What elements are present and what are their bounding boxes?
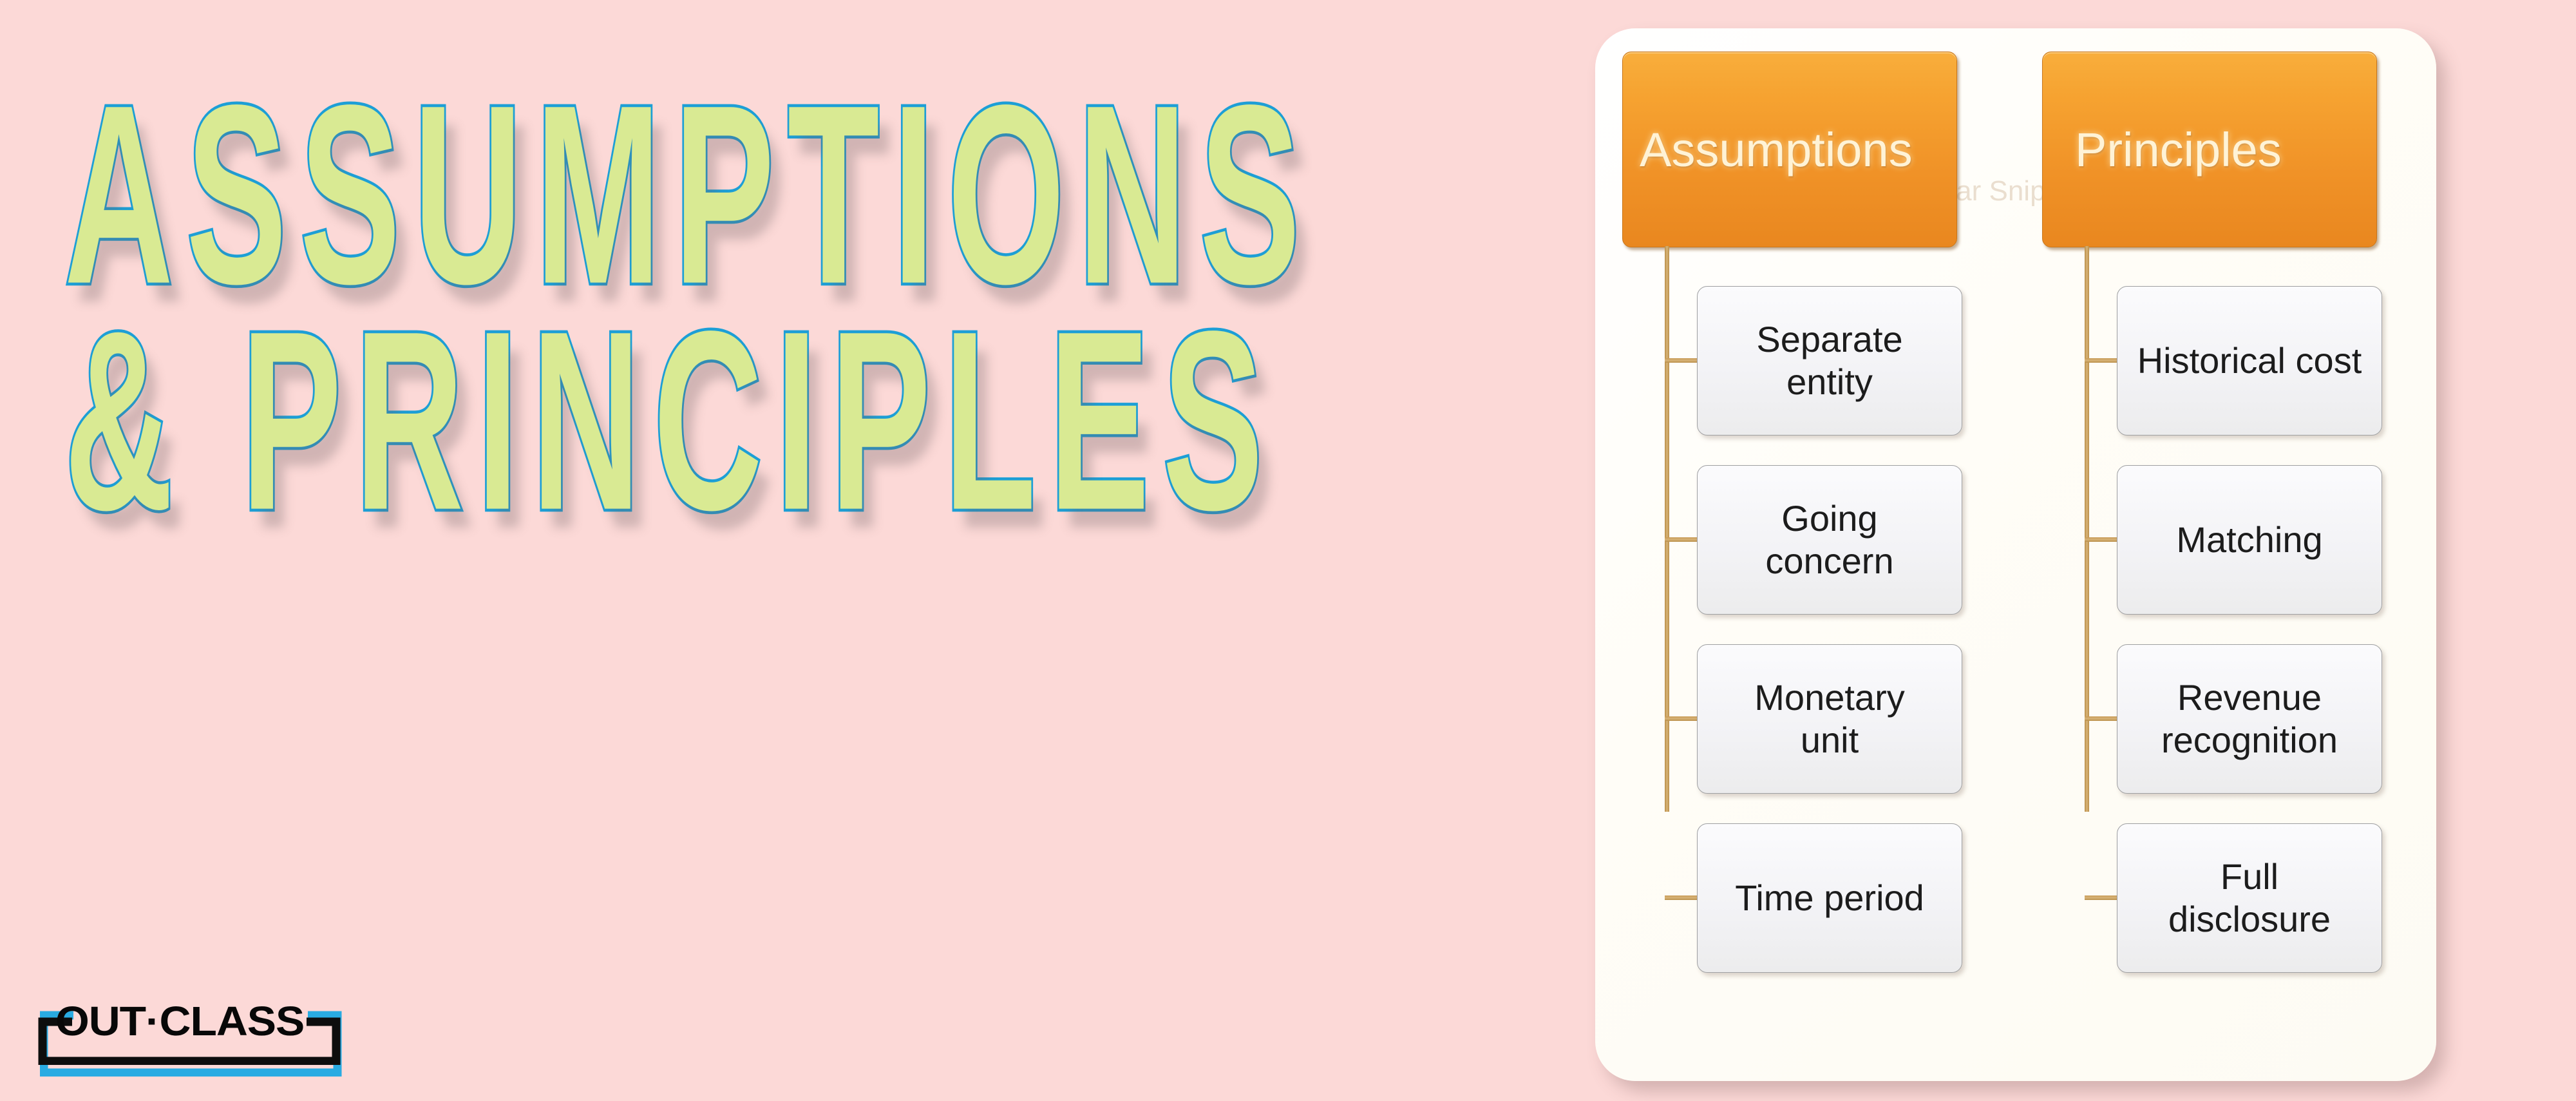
page-title: ASSUMPTIONS & PRINCIPLES (62, 64, 1520, 551)
connector-stub-assumptions-1 (1665, 358, 1698, 363)
item-box-separate-entity[interactable]: Separate entity (1697, 286, 1962, 436)
item-box-time-period[interactable]: Time period (1697, 823, 1962, 973)
brand-logo[interactable]: OUT·CLASS (19, 997, 354, 1078)
item-box-going-concern[interactable]: Going concern (1697, 465, 1962, 615)
item-box-matching[interactable]: Matching (2117, 465, 2382, 615)
slide-canvas: ASSUMPTIONS & PRINCIPLES OUT·CLASS Recta… (0, 0, 2576, 1101)
header-label-principles: Principles (2075, 122, 2282, 177)
item-label: Matching (2176, 519, 2323, 560)
item-label: Time period (1735, 877, 1924, 918)
connector-stub-principles-4 (2085, 895, 2118, 900)
diagram-card: Rectangular Snip Assumptions Principles (1595, 28, 2436, 1081)
item-label: Revenue recognition (2161, 676, 2338, 760)
connector-stub-assumptions-3 (1665, 716, 1698, 721)
page-title-line-2: & PRINCIPLES (62, 277, 1276, 564)
item-label: Going concern (1765, 497, 1894, 581)
connector-stub-assumptions-4 (1665, 895, 1698, 900)
item-box-monetary-unit[interactable]: Monetary unit (1697, 644, 1962, 794)
item-label: Historical cost (2137, 340, 2362, 381)
item-box-revenue-recognition[interactable]: Revenue recognition (2117, 644, 2382, 794)
item-label: Separate entity (1756, 318, 1903, 402)
item-label: Monetary unit (1754, 676, 1905, 760)
item-box-full-disclosure[interactable]: Full disclosure (2117, 823, 2382, 973)
logo-wordmark: OUT·CLASS (55, 998, 305, 1044)
connector-stub-assumptions-2 (1665, 537, 1698, 542)
connector-stub-principles-3 (2085, 716, 2118, 721)
connector-stub-principles-1 (2085, 358, 2118, 363)
connector-stub-principles-2 (2085, 537, 2118, 542)
item-box-historical-cost[interactable]: Historical cost (2117, 286, 2382, 436)
diagram-canvas: Rectangular Snip Assumptions Principles (1595, 28, 2436, 1081)
item-label: Full disclosure (2168, 856, 2331, 939)
connector-trunk-principles (2085, 246, 2089, 812)
header-box-principles[interactable]: Principles (2042, 52, 2377, 247)
connector-trunk-assumptions (1665, 246, 1669, 812)
header-box-assumptions[interactable]: Assumptions (1622, 52, 1957, 247)
header-label-assumptions: Assumptions (1640, 122, 1913, 177)
